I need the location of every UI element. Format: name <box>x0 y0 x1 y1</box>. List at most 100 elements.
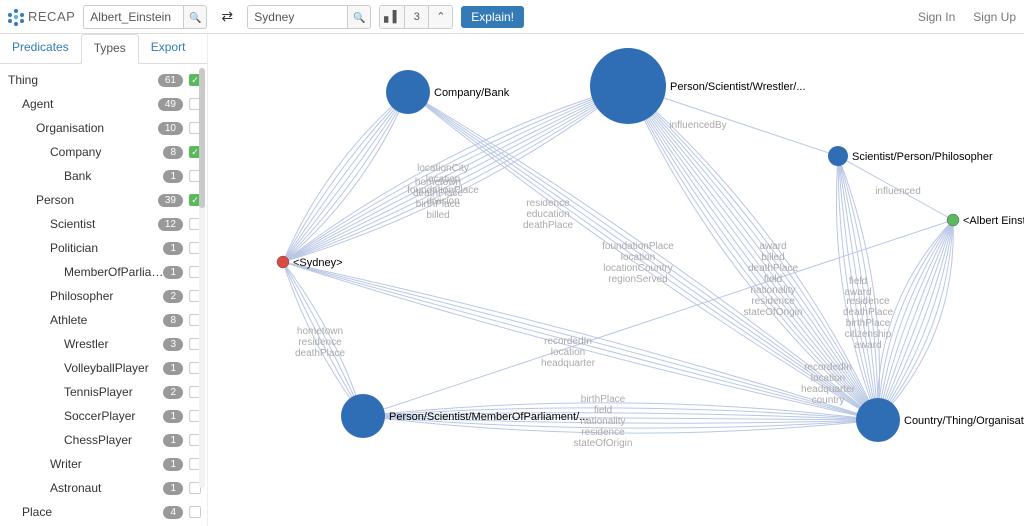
stepper-value: 3 <box>404 6 428 28</box>
count-badge: 2 <box>163 290 183 303</box>
tree-row[interactable]: Person39✓ <box>0 188 207 212</box>
tab-predicates[interactable]: Predicates <box>0 34 81 63</box>
tab-export[interactable]: Export <box>139 34 198 63</box>
tab-types[interactable]: Types <box>81 34 139 64</box>
tree-row[interactable]: Wrestler3 <box>0 332 207 356</box>
tree-row[interactable]: Company8✓ <box>0 140 207 164</box>
tree-row[interactable]: VolleyballPlayer1 <box>0 356 207 380</box>
graph-node-label: Company/Bank <box>434 87 510 99</box>
tree-label: VolleyballPlayer <box>64 361 163 375</box>
tree-row[interactable]: TennisPlayer2 <box>0 380 207 404</box>
tree-row[interactable]: Bank1 <box>0 164 207 188</box>
auth-links: Sign In Sign Up <box>918 10 1016 24</box>
tree-label: Company <box>50 145 163 159</box>
explain-button[interactable]: Explain! <box>461 6 524 28</box>
search-left-button[interactable] <box>183 5 207 29</box>
tree-row[interactable]: SoccerPlayer1 <box>0 404 207 428</box>
tree-label: TennisPlayer <box>64 385 163 399</box>
sidebar-scrollbar-thumb[interactable] <box>199 68 205 208</box>
count-badge: 12 <box>158 218 183 231</box>
edge-label: residencedeathPlacebirthPlacecitizenship… <box>843 296 893 351</box>
edge-label: residenceeducationdeathPlace <box>523 198 573 231</box>
edge-label: influenced <box>875 186 921 197</box>
search-left-input[interactable] <box>83 5 183 29</box>
edge <box>283 92 408 262</box>
graph-node[interactable] <box>386 70 430 114</box>
tree-label: Bank <box>64 169 163 183</box>
count-badge: 1 <box>163 266 183 279</box>
stepper: ▖▌ 3 ⌃ <box>379 5 453 29</box>
topbar: RECAP ⇄ ▖▌ 3 ⌃ Explain! Sign In Sign Up <box>0 0 1024 34</box>
tree-label: Organisation <box>36 121 158 135</box>
edge <box>283 92 408 262</box>
tree-label: Scientist <box>50 217 158 231</box>
tree-label: Philosopher <box>50 289 163 303</box>
tree-row[interactable]: Athlete8 <box>0 308 207 332</box>
tree-row[interactable]: Agent49 <box>0 92 207 116</box>
swap-button[interactable]: ⇄ <box>215 5 239 29</box>
count-badge: 1 <box>163 362 183 375</box>
graph-node-label: Scientist/Person/Philosopher <box>852 151 993 163</box>
tree-row[interactable]: Astronaut1 <box>0 476 207 500</box>
swap-icon: ⇄ <box>221 8 233 25</box>
edge-label: hometownresidencedeathPlace <box>295 326 345 359</box>
tree-label: Person <box>36 193 158 207</box>
graph-node[interactable] <box>828 146 848 166</box>
graph-node[interactable] <box>277 256 289 268</box>
graph-node-label: <Sydney> <box>293 257 343 269</box>
graph-canvas[interactable]: locationCitylocationfoundationPlacedivis… <box>208 34 1024 526</box>
tree-row[interactable]: MemberOfParliament1 <box>0 260 207 284</box>
tree-label: Wrestler <box>64 337 163 351</box>
graph-node[interactable] <box>341 394 385 438</box>
tree-label: Place <box>22 505 163 519</box>
count-badge: 8 <box>163 314 183 327</box>
graph-node[interactable] <box>856 398 900 442</box>
count-badge: 8 <box>163 146 183 159</box>
tree-label: Agent <box>22 97 158 111</box>
count-badge: 1 <box>163 242 183 255</box>
edge-label: fieldaward <box>844 276 871 298</box>
tree-label: Thing <box>8 73 158 87</box>
brand-text: RECAP <box>28 9 75 24</box>
graph-node[interactable] <box>590 48 666 124</box>
tree-label: Politician <box>50 241 163 255</box>
search-icon <box>189 9 201 24</box>
edge <box>283 92 408 262</box>
edge <box>283 92 408 262</box>
tree-label: MemberOfParliament <box>64 265 163 279</box>
tree-row[interactable]: Thing61✓ <box>0 68 207 92</box>
tree-row[interactable]: Philosopher2 <box>0 284 207 308</box>
count-badge: 39 <box>158 194 183 207</box>
count-badge: 49 <box>158 98 183 111</box>
sign-in-link[interactable]: Sign In <box>918 10 955 24</box>
stepper-up-button[interactable]: ⌃ <box>428 6 452 28</box>
search-right-input[interactable] <box>247 5 347 29</box>
count-badge: 1 <box>163 434 183 447</box>
graph-node[interactable] <box>947 214 959 226</box>
edge <box>283 92 408 262</box>
stepper-style-button[interactable]: ▖▌ <box>380 6 404 28</box>
count-badge: 1 <box>163 482 183 495</box>
sidebar-scrollbar[interactable] <box>199 68 205 488</box>
graph-node-label: Country/Thing/Organisation/... <box>904 415 1024 427</box>
search-left <box>83 5 207 29</box>
graph-node-label: <Albert Einstein> <box>963 215 1024 227</box>
tree-row[interactable]: Writer1 <box>0 452 207 476</box>
search-icon <box>353 9 365 24</box>
edge-label: foundationPlacelocationlocationCountryre… <box>602 241 674 285</box>
sign-up-link[interactable]: Sign Up <box>973 10 1016 24</box>
edge-label: hometowndeathPlacebirthPlacebilled <box>413 177 463 221</box>
tree-row[interactable]: Politician1 <box>0 236 207 260</box>
count-badge: 1 <box>163 170 183 183</box>
count-badge: 4 <box>163 506 183 519</box>
tree-row[interactable]: Organisation10 <box>0 116 207 140</box>
count-badge: 3 <box>163 338 183 351</box>
main: PredicatesTypesExport Thing61✓Agent49Org… <box>0 34 1024 526</box>
tree-row[interactable]: ChessPlayer1 <box>0 428 207 452</box>
search-right-button[interactable] <box>347 5 371 29</box>
tree-row[interactable]: Place4 <box>0 500 207 524</box>
tree-row[interactable]: Scientist12 <box>0 212 207 236</box>
edge <box>283 92 408 262</box>
tree-checkbox[interactable] <box>189 506 201 518</box>
tree-label: SoccerPlayer <box>64 409 163 423</box>
